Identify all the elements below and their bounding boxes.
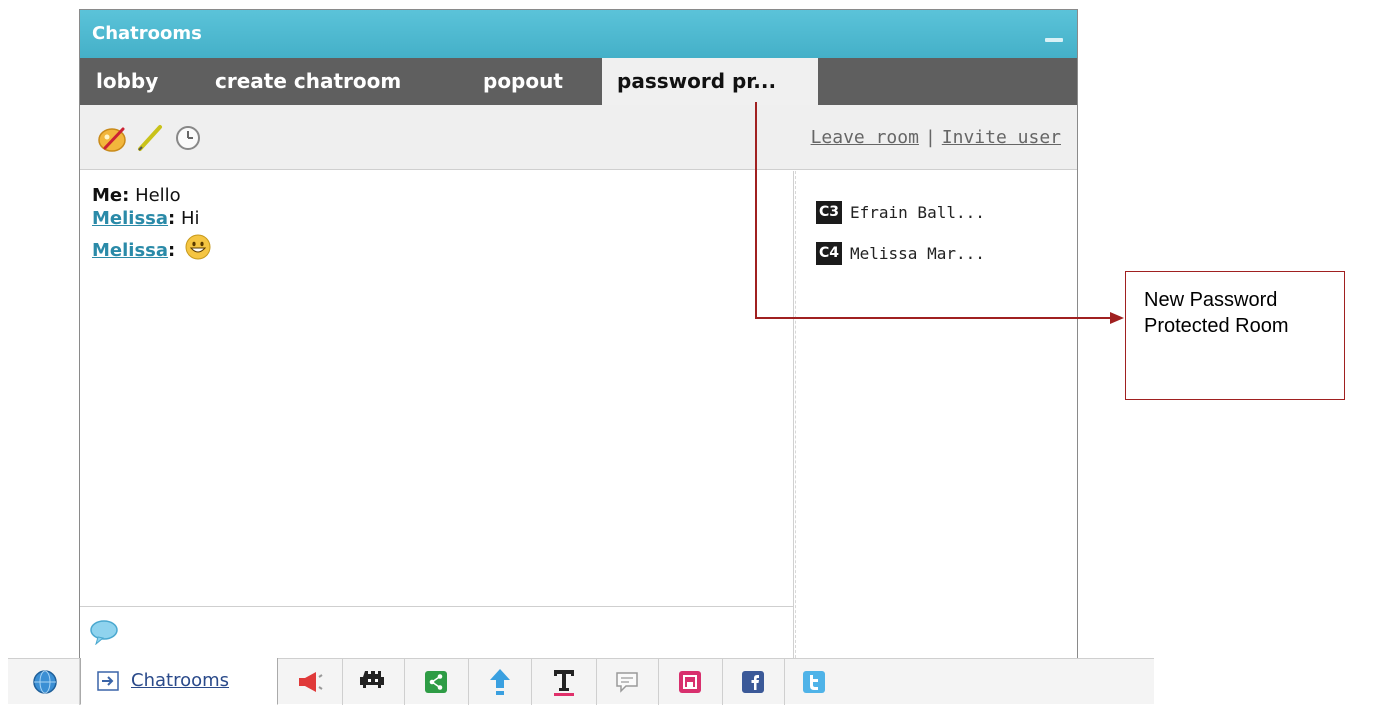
grinning-emoji-icon [185, 234, 211, 260]
user-avatar-badge: C4 [816, 242, 842, 265]
chat-bubble-icon[interactable] [89, 619, 119, 645]
leave-room-link[interactable]: Leave room [811, 127, 919, 148]
link-separator: | [924, 127, 936, 148]
message-composer[interactable] [80, 606, 794, 658]
tab-lobby[interactable]: lobby [80, 58, 188, 105]
message-pane: Me: Hello Melissa: Hi Melissa: [80, 171, 794, 606]
upload-arrow-icon [490, 669, 510, 695]
annotation-callout: New Password Protected Room [1125, 271, 1345, 400]
bottom-bar-chat-history[interactable] [597, 659, 659, 705]
room-toolbar: Leave room | Invite user [80, 105, 1077, 170]
message-sender-link[interactable]: Melissa [92, 208, 168, 229]
megaphone-icon [299, 672, 323, 692]
speech-bubble-icon [616, 672, 638, 693]
bottom-bar-facebook[interactable] [723, 659, 785, 705]
room-links: Leave room | Invite user [811, 127, 1061, 148]
twitter-icon [803, 671, 825, 693]
facebook-icon [742, 671, 764, 693]
save-disk-icon [679, 671, 701, 693]
message-sender: Me: [92, 185, 130, 206]
color-palette-icon[interactable] [97, 123, 127, 153]
bottom-bar-home[interactable] [8, 659, 80, 705]
tab-create-chatroom[interactable]: create chatroom [198, 58, 468, 105]
message-text: Hi [180, 208, 200, 229]
invite-user-link[interactable]: Invite user [942, 127, 1061, 148]
bottom-bar-announcements[interactable] [278, 659, 343, 705]
message-text: Hello [135, 185, 181, 206]
user-list: C3 Efrain Ball... C4 Melissa Mar... [795, 171, 1077, 658]
space-invader-icon [360, 671, 384, 688]
pencil-icon[interactable] [135, 123, 165, 153]
bottom-bar-chatrooms-label: Chatrooms [131, 670, 230, 691]
user-name: Efrain Ball... [850, 203, 985, 222]
user-list-item[interactable]: C4 Melissa Mar... [816, 242, 985, 266]
message-sender-link[interactable]: Melissa [92, 240, 168, 261]
bottom-bar-share[interactable] [405, 659, 469, 705]
bottom-bar: Chatrooms [8, 658, 1154, 705]
bottom-bar-upload[interactable] [469, 659, 532, 705]
message-row: Melissa: Hi [92, 208, 200, 229]
user-list-item[interactable]: C3 Efrain Ball... [816, 201, 985, 225]
globe-icon[interactable] [32, 669, 58, 695]
user-avatar-badge: C3 [816, 201, 842, 224]
user-name: Melissa Mar... [850, 244, 985, 263]
clock-icon[interactable] [173, 123, 203, 153]
text-format-icon [554, 670, 574, 696]
share-icon [425, 671, 447, 693]
window-title: Chatrooms [92, 23, 202, 44]
bottom-bar-save[interactable] [659, 659, 723, 705]
tab-popout[interactable]: popout [470, 58, 600, 105]
tab-bar: lobby create chatroom popout password pr… [80, 58, 1077, 105]
window-titlebar: Chatrooms [80, 10, 1077, 58]
bottom-bar-twitter[interactable] [785, 659, 845, 705]
tab-password-protected[interactable]: password pr... [602, 58, 818, 105]
minimize-icon[interactable] [1045, 38, 1063, 42]
chatroom-login-icon [97, 671, 119, 691]
message-row: Melissa: [92, 234, 211, 261]
message-row: Me: Hello [92, 185, 181, 206]
bottom-bar-text-format[interactable] [532, 659, 597, 705]
chatrooms-window: Chatrooms lobby create chatroom popout p… [79, 9, 1078, 659]
bottom-bar-games[interactable] [343, 659, 405, 705]
bottom-bar-chatrooms[interactable]: Chatrooms [80, 658, 278, 705]
